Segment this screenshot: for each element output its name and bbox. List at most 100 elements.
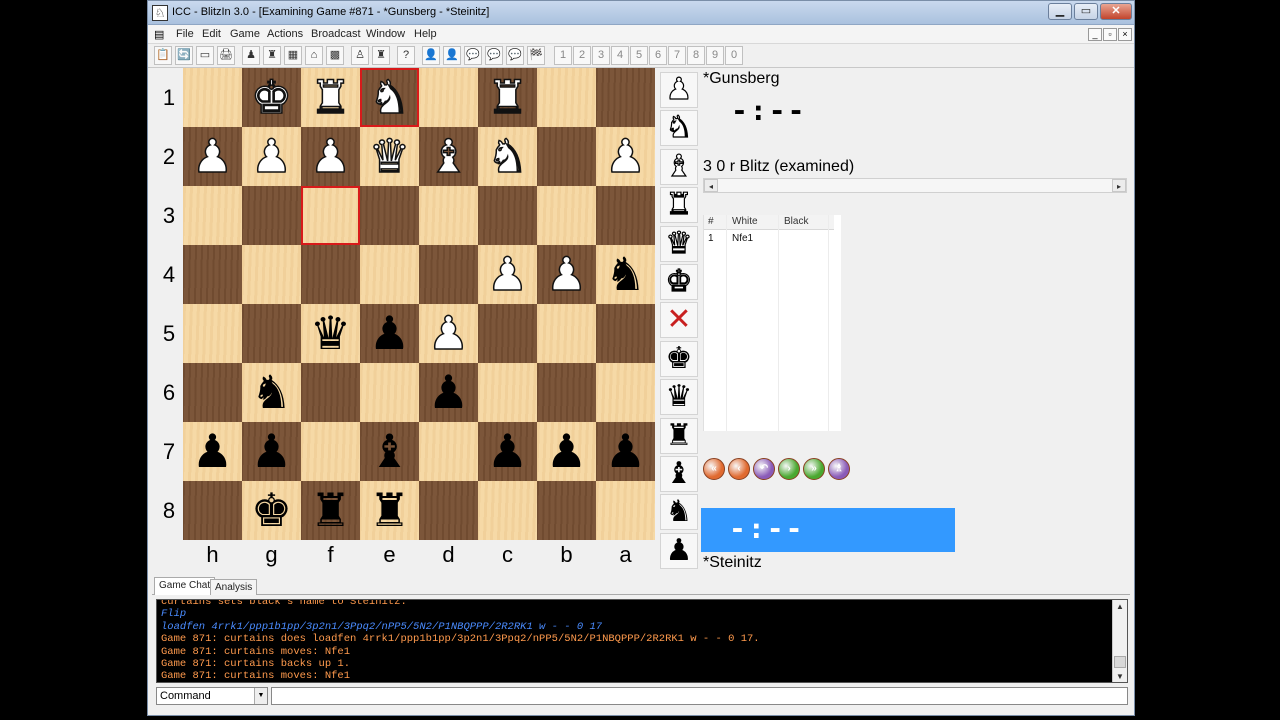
toolbar-icon-16[interactable]: 💬	[506, 46, 524, 65]
toolbar-number-0[interactable]: 0	[725, 46, 743, 65]
palette-black-queen-icon[interactable]: ♛	[660, 379, 698, 416]
command-select[interactable]: Command ▼	[156, 687, 268, 705]
palette-black-rook-icon[interactable]: ♜	[660, 417, 698, 454]
square-e2[interactable]	[360, 127, 419, 186]
square-f3[interactable]	[301, 186, 360, 245]
square-d5[interactable]	[419, 304, 478, 363]
square-b4[interactable]	[537, 245, 596, 304]
square-d2[interactable]	[419, 127, 478, 186]
square-f7[interactable]	[301, 422, 360, 481]
square-f8[interactable]	[301, 481, 360, 540]
last-move-button[interactable]: »	[803, 458, 825, 480]
scroll-down-icon[interactable]: ▼	[1113, 670, 1127, 682]
square-a6[interactable]	[596, 363, 655, 422]
square-g5[interactable]	[242, 304, 301, 363]
toolbar-icon-2[interactable]: ▭	[196, 46, 214, 65]
square-c2[interactable]	[478, 127, 537, 186]
square-c6[interactable]	[478, 363, 537, 422]
command-input[interactable]	[271, 687, 1128, 705]
menu-game[interactable]: Game	[230, 28, 260, 40]
palette-black-bishop-icon[interactable]: ♝	[660, 456, 698, 492]
palette-black-knight-icon[interactable]: ♞	[660, 494, 698, 531]
move-list[interactable]: # White Black 1 Nfe1	[703, 215, 841, 431]
square-h8[interactable]	[183, 481, 242, 540]
menu-broadcast[interactable]: Broadcast	[311, 28, 361, 40]
square-a7[interactable]	[596, 422, 655, 481]
square-b5[interactable]	[537, 304, 596, 363]
analysis-button[interactable]: ♗	[828, 458, 850, 480]
square-e6[interactable]	[360, 363, 419, 422]
square-h2[interactable]	[183, 127, 242, 186]
square-d1[interactable]	[419, 68, 478, 127]
toolbar-icon-14[interactable]: 💬	[464, 46, 482, 65]
toolbar-icon-11[interactable]: ?	[397, 46, 415, 65]
toolbar-icon-7[interactable]: ⌂	[305, 46, 323, 65]
square-g2[interactable]	[242, 127, 301, 186]
square-a8[interactable]	[596, 481, 655, 540]
scroll-left-icon[interactable]: ◂	[704, 179, 718, 192]
close-button[interactable]: ✕	[1100, 3, 1132, 20]
first-move-button[interactable]: «	[703, 458, 725, 480]
palette-white-king-icon[interactable]: ♚	[660, 264, 698, 300]
restore-button[interactable]: ▭	[1074, 3, 1098, 20]
square-b6[interactable]	[537, 363, 596, 422]
square-c3[interactable]	[478, 186, 537, 245]
mdi-close-button[interactable]: ×	[1118, 28, 1132, 41]
palette-white-bishop-icon[interactable]: ♝	[660, 149, 698, 185]
toolbar-icon-6[interactable]: ▦	[284, 46, 302, 65]
palette-white-rook-icon[interactable]: ♜	[660, 187, 698, 224]
toolbar-icon-4[interactable]: ♟	[242, 46, 260, 65]
menu-actions[interactable]: Actions	[267, 28, 303, 40]
app-icon[interactable]: ♘	[152, 5, 168, 21]
palette-white-knight-icon[interactable]: ♞	[660, 110, 698, 147]
prev-move-button[interactable]: ‹	[728, 458, 750, 480]
table-row[interactable]: 1 Nfe1	[704, 232, 834, 246]
square-h6[interactable]	[183, 363, 242, 422]
square-f5[interactable]	[301, 304, 360, 363]
square-c7[interactable]	[478, 422, 537, 481]
square-f6[interactable]	[301, 363, 360, 422]
toolbar-number-2[interactable]: 2	[573, 46, 591, 65]
chat-scrollbar[interactable]: ▲ ▼	[1112, 600, 1127, 682]
toolbar-number-7[interactable]: 7	[668, 46, 686, 65]
menu-window[interactable]: Window	[366, 28, 405, 40]
mdi-minimize-button[interactable]: _	[1088, 28, 1102, 41]
square-b8[interactable]	[537, 481, 596, 540]
square-c5[interactable]	[478, 304, 537, 363]
toolbar-number-3[interactable]: 3	[592, 46, 610, 65]
toolbar-icon-5[interactable]: ♜	[263, 46, 281, 65]
square-h7[interactable]	[183, 422, 242, 481]
mdi-restore-button[interactable]: ▫	[1103, 28, 1117, 41]
toolbar-icon-10[interactable]: ♜	[372, 46, 390, 65]
toolbar-number-9[interactable]: 9	[706, 46, 724, 65]
square-h3[interactable]	[183, 186, 242, 245]
square-g4[interactable]	[242, 245, 301, 304]
chat-log[interactable]: curtains sets black's name to Steinitz. F…	[156, 599, 1128, 683]
square-f1[interactable]	[301, 68, 360, 127]
menu-file[interactable]: File	[176, 28, 194, 40]
toolbar-number-6[interactable]: 6	[649, 46, 667, 65]
revert-button[interactable]: ↶	[753, 458, 775, 480]
palette-clear-square-icon[interactable]: ✕	[660, 302, 698, 339]
square-g8[interactable]	[242, 481, 301, 540]
scroll-right-icon[interactable]: ▸	[1112, 179, 1126, 192]
square-a5[interactable]	[596, 304, 655, 363]
square-d6[interactable]	[419, 363, 478, 422]
col-number[interactable]: #	[708, 216, 714, 227]
square-h1[interactable]	[183, 68, 242, 127]
toolbar-icon-17[interactable]: 🏁	[527, 46, 545, 65]
info-scrollbar[interactable]: ◂ ▸	[703, 178, 1127, 193]
square-g6[interactable]	[242, 363, 301, 422]
toolbar-icon-3[interactable]: 🖨	[217, 46, 235, 65]
toolbar-icon-9[interactable]: ♙	[351, 46, 369, 65]
toolbar-icon-13[interactable]: 👤	[443, 46, 461, 65]
next-move-button[interactable]: ›	[778, 458, 800, 480]
square-g3[interactable]	[242, 186, 301, 245]
square-b1[interactable]	[537, 68, 596, 127]
toolbar-icon-0[interactable]: 📋	[154, 46, 172, 65]
square-a1[interactable]	[596, 68, 655, 127]
toolbar-number-4[interactable]: 4	[611, 46, 629, 65]
minimize-button[interactable]: ▁	[1048, 3, 1072, 20]
palette-white-pawn-icon[interactable]: ♟	[660, 72, 698, 108]
square-b2[interactable]	[537, 127, 596, 186]
